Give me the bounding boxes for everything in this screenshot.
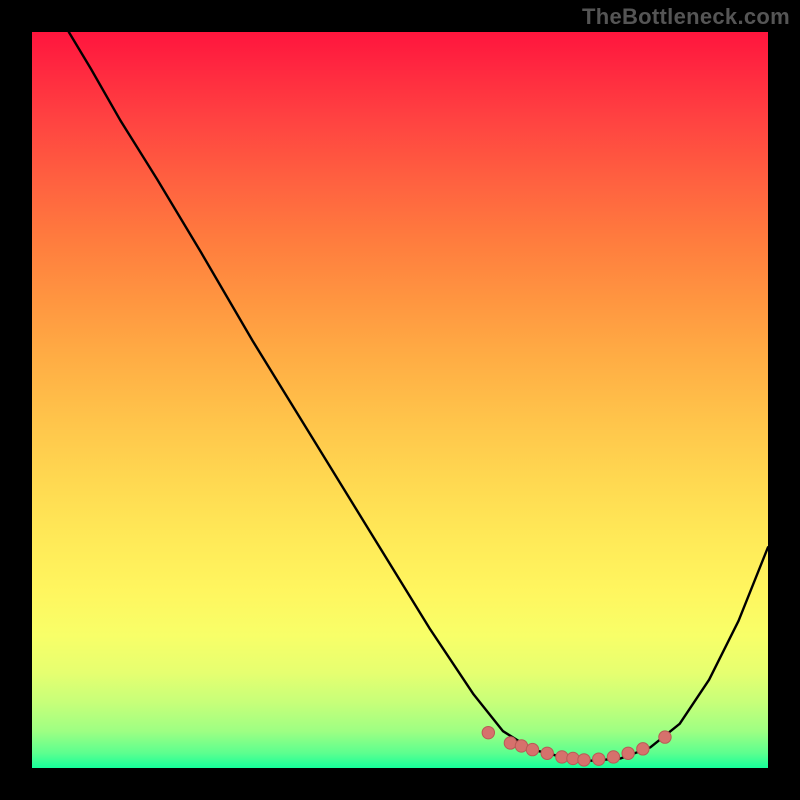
plot-area: [32, 32, 768, 768]
optimal-marker: [593, 753, 605, 765]
optimal-marker: [659, 731, 671, 743]
optimal-marker: [526, 743, 538, 755]
optimal-marker: [578, 754, 590, 766]
optimal-marker: [607, 751, 619, 763]
optimal-marker: [515, 740, 527, 752]
curve-svg: [32, 32, 768, 768]
optimal-marker: [556, 751, 568, 763]
optimal-marker: [637, 743, 649, 755]
optimal-marker: [567, 752, 579, 764]
optimal-marker: [482, 726, 494, 738]
optimal-marker: [541, 747, 553, 759]
bottleneck-curve: [69, 32, 768, 761]
optimal-marker: [504, 737, 516, 749]
optimal-range-markers: [482, 726, 671, 766]
watermark-text: TheBottleneck.com: [582, 4, 790, 30]
optimal-marker: [622, 747, 634, 759]
chart-frame: TheBottleneck.com: [0, 0, 800, 800]
